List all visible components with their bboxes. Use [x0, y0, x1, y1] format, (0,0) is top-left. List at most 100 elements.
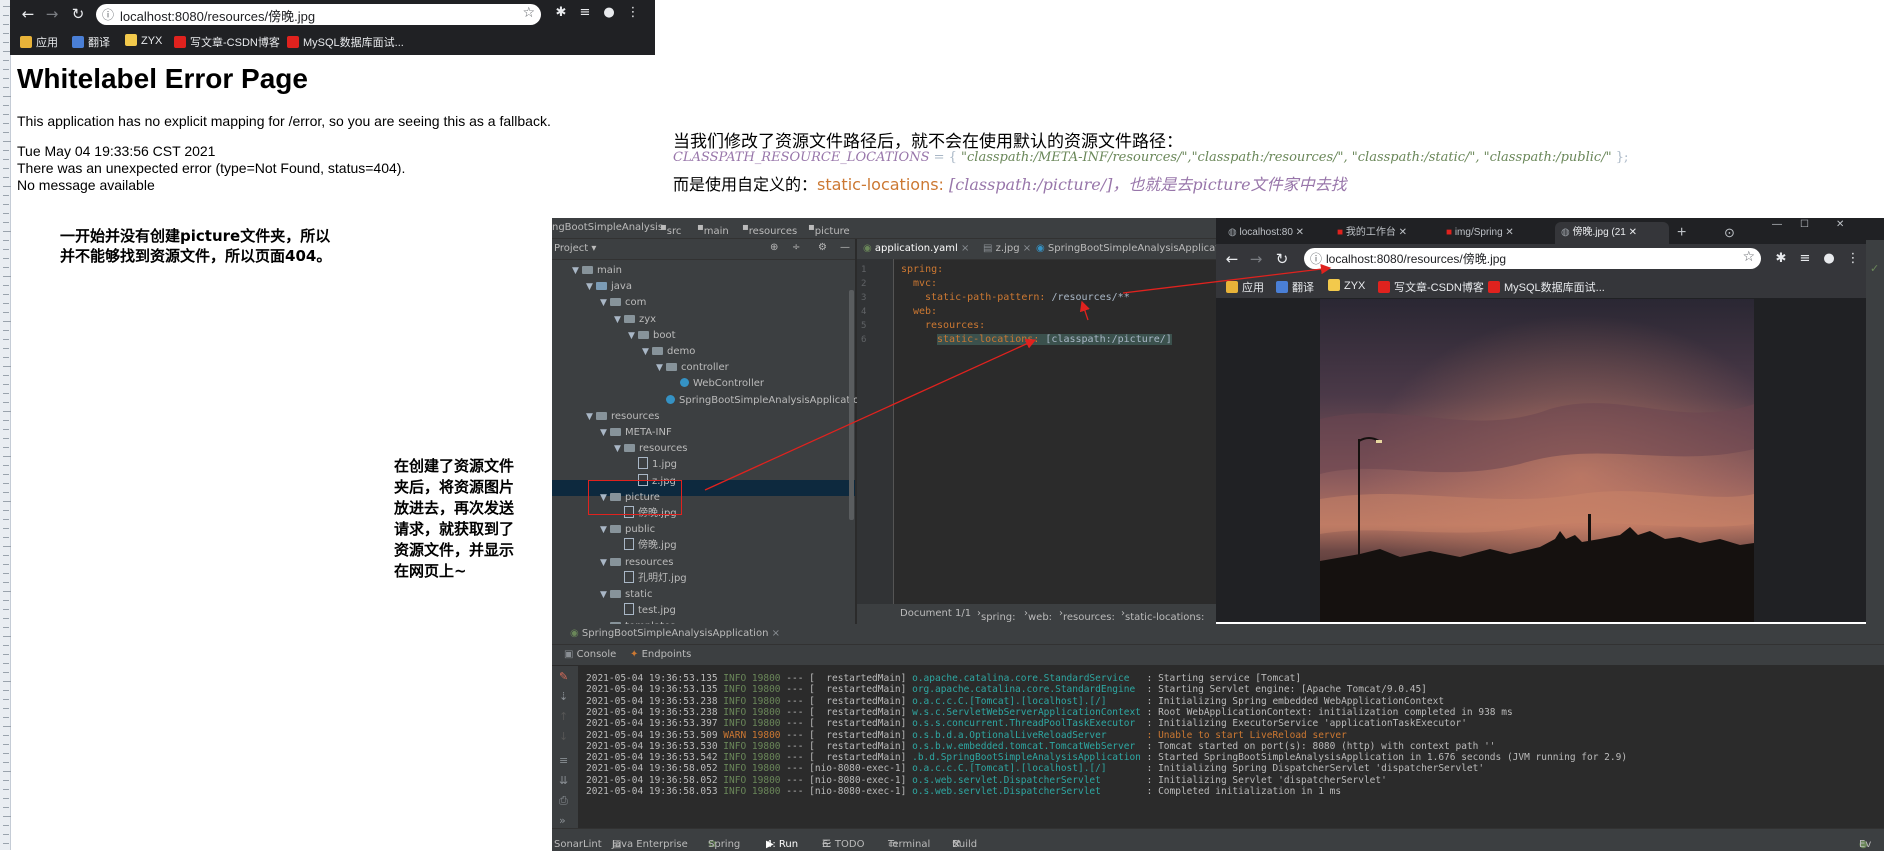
project-scrollbar[interactable] [849, 290, 854, 520]
minimize-window-icon[interactable]: — [1772, 214, 1782, 236]
gear-icon[interactable]: ⚙ [818, 242, 827, 253]
tree-item[interactable]: 1.jpg [628, 457, 677, 473]
bookmark-zyx[interactable]: ZYX [125, 34, 162, 47]
status-item[interactable]: › spring: [977, 608, 1016, 623]
tree-item[interactable]: ▼ com [600, 295, 646, 311]
tab-z-jpg[interactable]: ▤ z.jpg × [983, 243, 1031, 254]
code-line[interactable]: web: [913, 306, 937, 317]
status-item[interactable]: › static-locations: [1121, 608, 1204, 623]
maximize-window-icon[interactable]: ☐ [1800, 214, 1809, 236]
browser-tab[interactable]: ■ img/Spring ✕ [1446, 222, 1551, 244]
expand-arrow-icon[interactable]: ▼ [586, 279, 596, 295]
tree-item[interactable]: test.jpg [614, 603, 676, 619]
scroll-down-icon[interactable]: ⇣ [559, 690, 568, 703]
bookmark-zyx[interactable]: ZYX [1328, 279, 1365, 292]
bookmark-apps[interactable]: 应用 [20, 34, 58, 50]
close-icon[interactable]: ✕ [1399, 227, 1407, 238]
bookmark-translate[interactable]: 翻译 [1276, 279, 1314, 295]
tab-application-yaml[interactable]: ◉ application.yaml × [863, 243, 969, 254]
close-icon[interactable]: × [961, 243, 969, 254]
close-icon[interactable]: ✕ [1629, 227, 1637, 238]
bookmark-mysql[interactable]: MySQL数据库面试... [287, 34, 404, 50]
tree-item[interactable]: ▼ main [572, 263, 622, 279]
close-icon[interactable]: × [1023, 243, 1031, 254]
close-icon[interactable]: ✕ [1505, 227, 1513, 238]
tree-item[interactable]: ▼ META-INF [600, 425, 672, 441]
minimize-icon[interactable]: — [840, 242, 850, 253]
info-icon[interactable]: ⓘ [102, 6, 114, 23]
expand-arrow-icon[interactable]: ▼ [642, 344, 652, 360]
back-icon[interactable]: ← [1222, 249, 1242, 269]
reading-list-icon[interactable]: ≡ [1796, 251, 1814, 266]
project-dropdown[interactable]: Project ▾ [554, 243, 596, 254]
profile-icon[interactable]: ● [1820, 251, 1838, 266]
browser-tab[interactable]: ■ 我的工作台 ✕ [1337, 222, 1442, 244]
expand-arrow-icon[interactable]: ▼ [614, 312, 624, 328]
expand-arrow-icon[interactable]: ▼ [586, 409, 596, 425]
menu-icon[interactable]: ⋮ [1844, 251, 1862, 266]
info-icon[interactable]: ⓘ [1310, 250, 1322, 267]
expand-arrow-icon[interactable]: ▼ [656, 360, 666, 376]
run-config-tab[interactable]: ◉ SpringBootSimpleAnalysisApplication × [570, 628, 780, 639]
profile-icon[interactable]: ● [600, 5, 618, 20]
tab-search-icon[interactable]: ⊙ [1724, 222, 1735, 244]
print-icon[interactable]: ⎙ [559, 794, 568, 808]
more-icon[interactable]: » [559, 814, 566, 827]
reload-icon[interactable]: ↻ [1272, 249, 1292, 269]
address-bar[interactable]: ⓘ localhost:8080/resources/傍晚.jpg ☆ [96, 4, 541, 25]
expand-arrow-icon[interactable]: ▼ [572, 263, 582, 279]
browser-tab[interactable]: ◍ localhost:80 ✕ [1228, 222, 1333, 244]
breadcrumb-item[interactable]: ▪ src [660, 222, 681, 237]
expand-arrow-icon[interactable]: ▼ [600, 425, 610, 441]
tree-item[interactable]: SpringBootSimpleAnalysisApplication [656, 393, 866, 409]
code-line[interactable]: static-locations: [classpath:/picture/] [937, 334, 1172, 345]
tree-item[interactable]: ▼ static [600, 587, 652, 603]
breadcrumb-item[interactable]: ngBootSimpleAnalysis [552, 222, 663, 233]
tree-item[interactable]: ▼ resources [614, 441, 687, 457]
bookmark-csdn[interactable]: 写文章-CSDN博客 [1378, 279, 1484, 295]
sort-icon[interactable]: ⇊ [559, 774, 568, 787]
tree-item[interactable]: WebController [670, 376, 764, 392]
tree-item[interactable]: ▼ zyx [614, 312, 656, 328]
bookmark-csdn[interactable]: 写文章-CSDN博客 [174, 34, 280, 50]
expand-arrow-icon[interactable]: ▼ [600, 555, 610, 571]
tab-endpoints[interactable]: ✦ Endpoints [630, 649, 691, 660]
wrap-icon[interactable]: ≡ [559, 754, 568, 767]
tree-item[interactable]: 孔明灯.jpg [614, 571, 687, 587]
expand-arrow-icon[interactable]: ▼ [628, 328, 638, 344]
bookmark-translate[interactable]: 翻译 [72, 34, 110, 50]
down-icon[interactable]: ↓ [559, 730, 568, 743]
bookmark-star-icon[interactable]: ☆ [522, 5, 535, 21]
forward-icon[interactable]: → [42, 4, 62, 24]
status-item[interactable]: › resources: [1059, 608, 1115, 623]
breadcrumb-item[interactable]: ▪ picture [808, 222, 850, 237]
menu-icon[interactable]: ⋮ [624, 5, 642, 20]
tree-item[interactable]: ▼ public [600, 522, 655, 538]
forward-icon[interactable]: → [1246, 249, 1266, 269]
tree-item[interactable]: ▼ demo [642, 344, 695, 360]
close-icon[interactable]: ✕ [1296, 227, 1304, 238]
tree-item[interactable]: 傍晚.jpg [614, 538, 677, 554]
locate-icon[interactable]: ⊕ [770, 242, 778, 253]
back-icon[interactable]: ← [18, 4, 38, 24]
extensions-icon[interactable]: ✱ [1772, 251, 1790, 266]
reading-list-icon[interactable]: ≡ [576, 5, 594, 20]
breadcrumb-item[interactable]: ▪ main [697, 222, 729, 237]
close-window-icon[interactable]: ✕ [1836, 214, 1844, 236]
close-icon[interactable]: × [772, 628, 780, 639]
expand-arrow-icon[interactable]: ▼ [600, 522, 610, 538]
bookmark-star-icon[interactable]: ☆ [1742, 249, 1755, 265]
address-bar[interactable]: ⓘ localhost:8080/resources/傍晚.jpg ☆ [1304, 248, 1761, 269]
bookmark-apps[interactable]: 应用 [1226, 279, 1264, 295]
tab-application-class[interactable]: ◉ SpringBootSimpleAnalysisApplication [1036, 243, 1234, 254]
up-icon[interactable]: ↑ [559, 710, 568, 723]
expand-arrow-icon[interactable]: ▼ [600, 295, 610, 311]
status-item[interactable]: › web: [1024, 608, 1052, 623]
tree-item[interactable]: ▼ resources [600, 555, 673, 571]
new-tab-icon[interactable]: + [1677, 222, 1686, 244]
tree-item[interactable]: ▼ boot [628, 328, 676, 344]
tree-item[interactable]: ▼ java [586, 279, 632, 295]
expand-arrow-icon[interactable]: ▼ [600, 587, 610, 603]
tab-console[interactable]: ▣ Console [564, 649, 616, 660]
code-line[interactable]: static-path-pattern: /resources/** [925, 292, 1130, 303]
